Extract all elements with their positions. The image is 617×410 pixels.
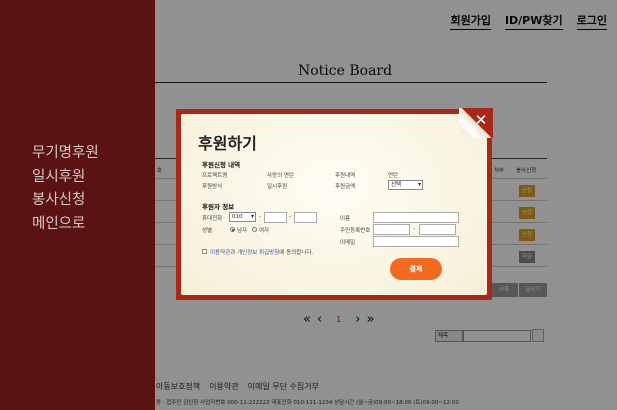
item-value: 연탄 (388, 173, 399, 179)
sidebar-item-volunteer-apply[interactable]: 봉사신청 (32, 189, 99, 213)
rrn-dash: - (413, 225, 416, 232)
agree-suffix: 에 동의합니다. (279, 250, 314, 256)
item-label: 후원내역 (335, 173, 356, 179)
modal-body: 후원하기 후원신청 내역 프로젝트명 사랑의 연탄 후원내역 연탄 후원방식 일… (181, 114, 487, 295)
section-donor-info: 후원자 정보 (202, 203, 235, 211)
phone-label: 휴대전화 (202, 216, 223, 222)
sidebar: 무기명후원 일시후원 봉사신청 메인으로 (0, 0, 155, 410)
phone-dash: - (289, 213, 292, 220)
gender-female-radio[interactable] (252, 227, 257, 232)
phone-dash: - (259, 213, 262, 220)
gender-label: 성별 (202, 228, 213, 234)
agree-text: 이용약관과 개인정보 취급방침에 동의합니다. (210, 248, 313, 256)
pay-button[interactable]: 결제 (390, 258, 442, 280)
section-donation-details: 후원신청 내역 (202, 161, 241, 169)
email-input[interactable] (373, 236, 459, 247)
privacy-policy-link[interactable]: 개인정보 취급방침 (237, 250, 279, 256)
amount-select[interactable]: 선택 (388, 180, 423, 190)
email-label: 이메일 (340, 240, 356, 246)
project-label: 프로젝트명 (202, 173, 228, 179)
agree-checkbox[interactable] (202, 249, 207, 254)
rrn-label: 주민등록번호 (340, 228, 371, 234)
project-value: 사랑의 연탄 (267, 173, 295, 179)
gender-female-label: 여자 (259, 228, 270, 234)
close-icon[interactable]: ✕ (473, 112, 489, 128)
rrn-front-input[interactable] (373, 224, 410, 235)
sidebar-menu: 무기명후원 일시후원 봉사신청 메인으로 (32, 142, 99, 236)
amount-label: 후원금액 (335, 184, 356, 190)
phone-last-input[interactable] (294, 212, 317, 223)
method-value: 일시후원 (267, 184, 288, 190)
terms-link[interactable]: 이용약관 (210, 250, 230, 256)
phone-middle-input[interactable] (264, 212, 287, 223)
method-label: 후원방식 (202, 184, 223, 190)
modal-title: 후원하기 (198, 134, 257, 153)
rrn-back-input[interactable] (419, 224, 456, 235)
sidebar-item-one-time-donation[interactable]: 일시후원 (32, 166, 99, 190)
donation-modal: 후원하기 후원신청 내역 프로젝트명 사랑의 연탄 후원내역 연탄 후원방식 일… (176, 108, 493, 300)
name-input[interactable] (373, 212, 459, 223)
gender-male-label: 남자 (237, 228, 248, 234)
gender-male-radio[interactable] (230, 227, 235, 232)
phone-prefix-select[interactable]: 010 (229, 212, 256, 222)
name-label: 이름 (340, 216, 351, 222)
sidebar-item-main[interactable]: 메인으로 (32, 213, 99, 237)
sidebar-item-anonymous-donation[interactable]: 무기명후원 (32, 142, 99, 166)
